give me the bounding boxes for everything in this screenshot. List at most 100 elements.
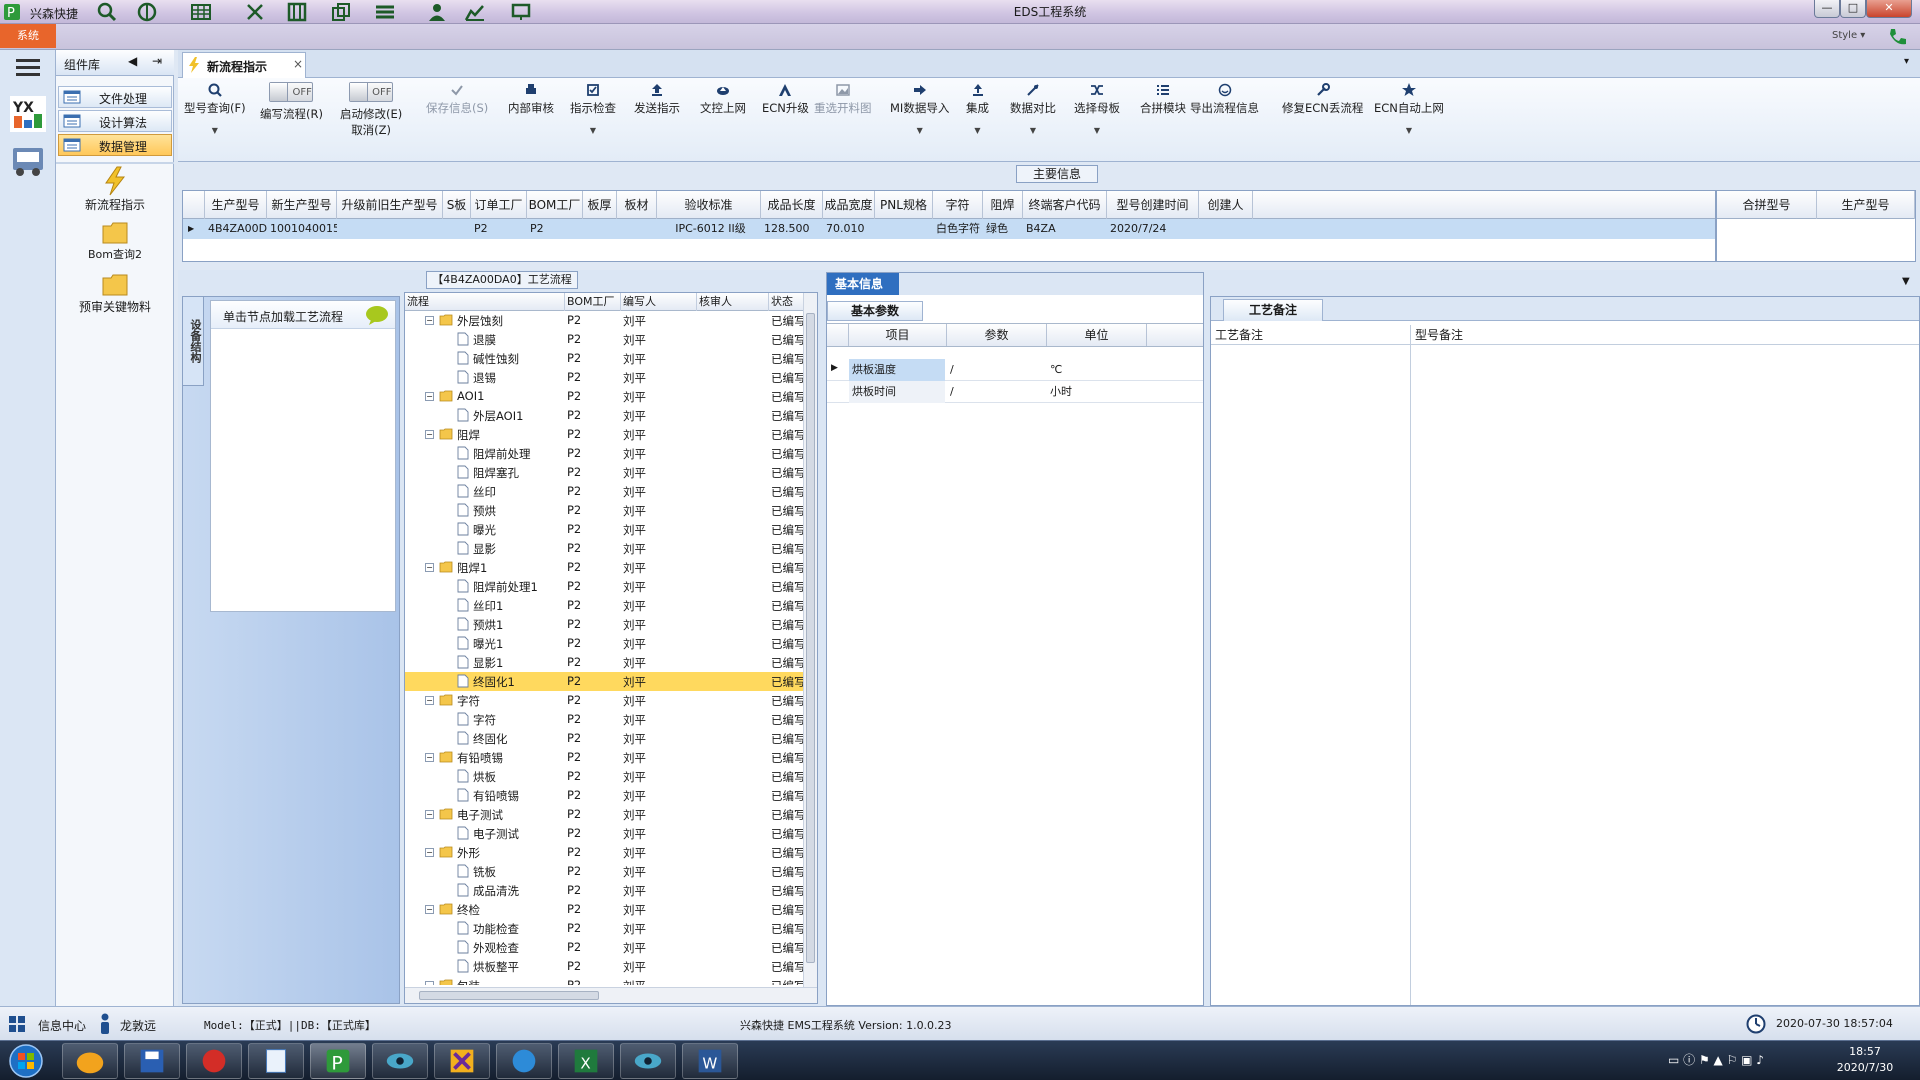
tree-row[interactable]: − 终检 P2 刘平 已编写 [405,900,803,919]
tools-module-icon[interactable] [10,142,46,178]
scrollbar-thumb[interactable] [419,991,599,1000]
collapse-toggle-icon[interactable]: − [425,392,434,401]
column-header[interactable]: 项目 [849,324,947,346]
table-cell[interactable]: P2 [527,219,583,239]
vertical-tab-equipment[interactable]: 设备结构 [182,296,204,386]
column-header[interactable]: 流程 [405,293,565,311]
tree-row[interactable]: 外层AOI1 P2 刘平 已编写 [405,406,803,425]
collapse-toggle-icon[interactable]: − [425,696,434,705]
start-button-icon[interactable] [6,1043,46,1079]
column-header[interactable]: 生产型号 [205,191,267,219]
table-cell[interactable] [443,219,471,239]
column-header[interactable]: PNL规格 [875,191,933,219]
film-icon[interactable] [286,2,308,22]
ribbon-button-6[interactable]: 发送指示 [634,82,680,116]
cell-unit[interactable]: 小时 [1047,381,1145,403]
table-cell[interactable]: 128.500 [761,219,823,239]
taskbar-notepad-icon[interactable] [248,1043,304,1079]
column-header[interactable]: BOM工厂 [565,293,621,311]
menu-item-design-algorithm[interactable]: 设计算法 [58,110,172,132]
cell-param[interactable]: / [947,381,1045,403]
dropdown-caret-icon[interactable]: ▼ [966,126,989,135]
tree-row[interactable]: − 字符 P2 刘平 已编写 [405,691,803,710]
collapse-toggle-icon[interactable]: − [425,430,434,439]
collapse-toggle-icon[interactable]: − [425,316,434,325]
yx-module-icon[interactable]: YX [10,96,46,132]
hamburger-menu-icon[interactable] [14,56,42,78]
taskbar-eds-icon[interactable]: P [310,1043,366,1079]
dropdown-caret-icon[interactable]: ▼ [1010,126,1056,135]
taskbar-messenger-icon[interactable] [496,1043,552,1079]
table-row[interactable]: ▶ 4B4ZA00DA010010400156768 P2P2 IPC-6012 II… [183,219,1715,239]
ribbon-button-11[interactable]: 集成 ▼ [966,82,989,135]
tree-row[interactable]: 阻焊前处理 P2 刘平 已编写 [405,444,803,463]
ribbon-button-8[interactable]: ECN升级 [762,82,809,116]
tree-row[interactable]: − 包装 P2 刘平 已编写 [405,976,803,985]
table-cell[interactable] [583,219,617,239]
process-remarks-tab[interactable]: 工艺备注 [1223,299,1323,321]
cell-item[interactable]: 烘板时间 [849,381,945,403]
table-cell[interactable]: IPC-6012 II级 [657,219,761,239]
tree-row[interactable]: 烘板 P2 刘平 已编写 [405,767,803,786]
tab-menu-icon[interactable]: ▾ [1904,56,1909,67]
ribbon-button-17[interactable]: ECN自动上网 ▼ [1374,82,1444,135]
chart-icon[interactable] [464,2,486,22]
tree-row[interactable]: 成品清洗 P2 刘平 已编写 [405,881,803,900]
tree-row[interactable]: 电子测试 P2 刘平 已编写 [405,824,803,843]
tree-row[interactable]: 阻焊前处理1 P2 刘平 已编写 [405,577,803,596]
tree-row[interactable]: 碱性蚀刻 P2 刘平 已编写 [405,349,803,368]
system-tray-icons[interactable]: ▭ ⓘ ⚑ ▲ ⚐ ▣ ♪ [1668,1051,1788,1071]
tree-row[interactable]: − 阻焊1 P2 刘平 已编写 [405,558,803,577]
menu-item-file-processing[interactable]: 文件处理 [58,86,172,108]
taskbar-eye-icon[interactable] [372,1043,428,1079]
tree-row[interactable]: 预烘 P2 刘平 已编写 [405,501,803,520]
taskbar-viewer-icon[interactable] [620,1043,676,1079]
column-header[interactable]: 终端客户代码 [1023,191,1107,219]
dropdown-caret-icon[interactable]: ▼ [1374,126,1444,135]
maximize-button[interactable]: □ [1840,0,1866,18]
column-header[interactable]: 合拼型号 [1717,191,1817,219]
tree-row[interactable]: 退膜 P2 刘平 已编写 [405,330,803,349]
tab-close-icon[interactable]: × [293,57,303,71]
ribbon-button-13[interactable]: 选择母板 ▼ [1074,82,1120,135]
table-cell[interactable] [1199,219,1253,239]
ribbon-button-14[interactable]: 合拼模块 [1140,82,1186,116]
tree-row[interactable]: 丝印1 P2 刘平 已编写 [405,596,803,615]
column-header[interactable]: 生产型号 [1817,191,1915,219]
list-view-icon[interactable] [374,2,396,22]
column-header[interactable]: 阻焊 [983,191,1023,219]
collapse-left-icon[interactable]: ◀ [128,54,137,68]
process-remark-textarea[interactable] [1211,345,1411,1005]
column-header[interactable]: 成品宽度 [823,191,875,219]
table-cell[interactable]: 白色字符 [933,219,983,239]
system-menu[interactable]: 系统 [0,24,56,48]
taskbar-red-app-icon[interactable] [186,1043,242,1079]
panel-dropdown-icon[interactable]: ▼ [1902,276,1910,287]
column-header[interactable]: 状态 [769,293,805,311]
column-header[interactable]: 升级前旧生产型号 [337,191,443,219]
info-center-label[interactable]: 信息中心 [38,1017,86,1034]
table-cell[interactable]: P2 [471,219,527,239]
cell-item[interactable]: 烘板温度 [849,359,945,381]
tree-row[interactable]: − 阻焊 P2 刘平 已编写 [405,425,803,444]
tree-row[interactable]: 终固化1 P2 刘平 已编写 [405,672,803,691]
tree-horizontal-scrollbar[interactable] [405,987,817,1003]
user-icon[interactable] [426,2,448,22]
model-remark-textarea[interactable] [1411,345,1919,1005]
column-header[interactable]: 单位 [1047,324,1147,346]
table-cell[interactable]: 2020/7/24 [1107,219,1199,239]
basic-params-tab[interactable]: 基本参数 [827,301,923,321]
column-header[interactable]: 编写人 [621,293,697,311]
collapse-toggle-icon[interactable]: − [425,905,434,914]
tab-new-process[interactable]: 新流程指示 × [182,52,306,78]
tree-row[interactable]: 预烘1 P2 刘平 已编写 [405,615,803,634]
ribbon-button-3[interactable]: 保存信息(S) [426,82,488,116]
table-cell[interactable]: B4ZA [1023,219,1107,239]
close-window-button[interactable]: ✕ [1866,0,1912,18]
phone-icon[interactable] [1886,26,1908,48]
dropdown-caret-icon[interactable]: ▼ [1074,126,1120,135]
tree-row[interactable]: 曝光 P2 刘平 已编写 [405,520,803,539]
taskbar-word-icon[interactable]: W [682,1043,738,1079]
table-cell[interactable]: 70.010 [823,219,875,239]
column-header[interactable]: 字符 [933,191,983,219]
